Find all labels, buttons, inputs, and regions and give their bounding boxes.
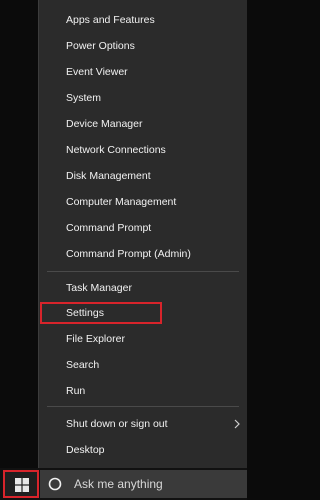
menu-item-network-connections[interactable]: Network Connections — [39, 138, 247, 162]
menu-item-device-manager[interactable]: Device Manager — [39, 112, 247, 136]
menu-item-apps-and-features[interactable]: Apps and Features — [39, 8, 247, 32]
taskbar: Ask me anything — [0, 468, 247, 500]
quick-link-menu: Apps and Features Power Options Event Vi… — [38, 0, 247, 468]
windows-logo-icon — [15, 478, 29, 492]
cortana-circle-icon — [48, 477, 62, 491]
menu-item-shut-down-or-sign-out[interactable]: Shut down or sign out — [39, 412, 247, 436]
menu-item-desktop[interactable]: Desktop — [39, 438, 247, 462]
menu-item-computer-management[interactable]: Computer Management — [39, 190, 247, 214]
chevron-right-icon — [234, 419, 240, 429]
menu-item-command-prompt[interactable]: Command Prompt — [39, 216, 247, 240]
menu-item-file-explorer[interactable]: File Explorer — [39, 327, 247, 351]
menu-separator — [47, 271, 239, 272]
menu-item-run[interactable]: Run — [39, 379, 247, 403]
menu-item-command-prompt-admin[interactable]: Command Prompt (Admin) — [39, 242, 247, 266]
start-button[interactable] — [3, 470, 39, 498]
menu-item-system[interactable]: System — [39, 86, 247, 110]
menu-item-power-options[interactable]: Power Options — [39, 34, 247, 58]
menu-item-search[interactable]: Search — [39, 353, 247, 377]
menu-separator — [47, 406, 239, 407]
search-box[interactable]: Ask me anything — [40, 470, 247, 498]
menu-item-event-viewer[interactable]: Event Viewer — [39, 60, 247, 84]
menu-item-disk-management[interactable]: Disk Management — [39, 164, 247, 188]
search-placeholder: Ask me anything — [74, 477, 163, 491]
menu-item-task-manager[interactable]: Task Manager — [39, 276, 247, 300]
menu-item-label: Shut down or sign out — [66, 418, 168, 430]
menu-item-settings[interactable]: Settings — [39, 301, 247, 325]
